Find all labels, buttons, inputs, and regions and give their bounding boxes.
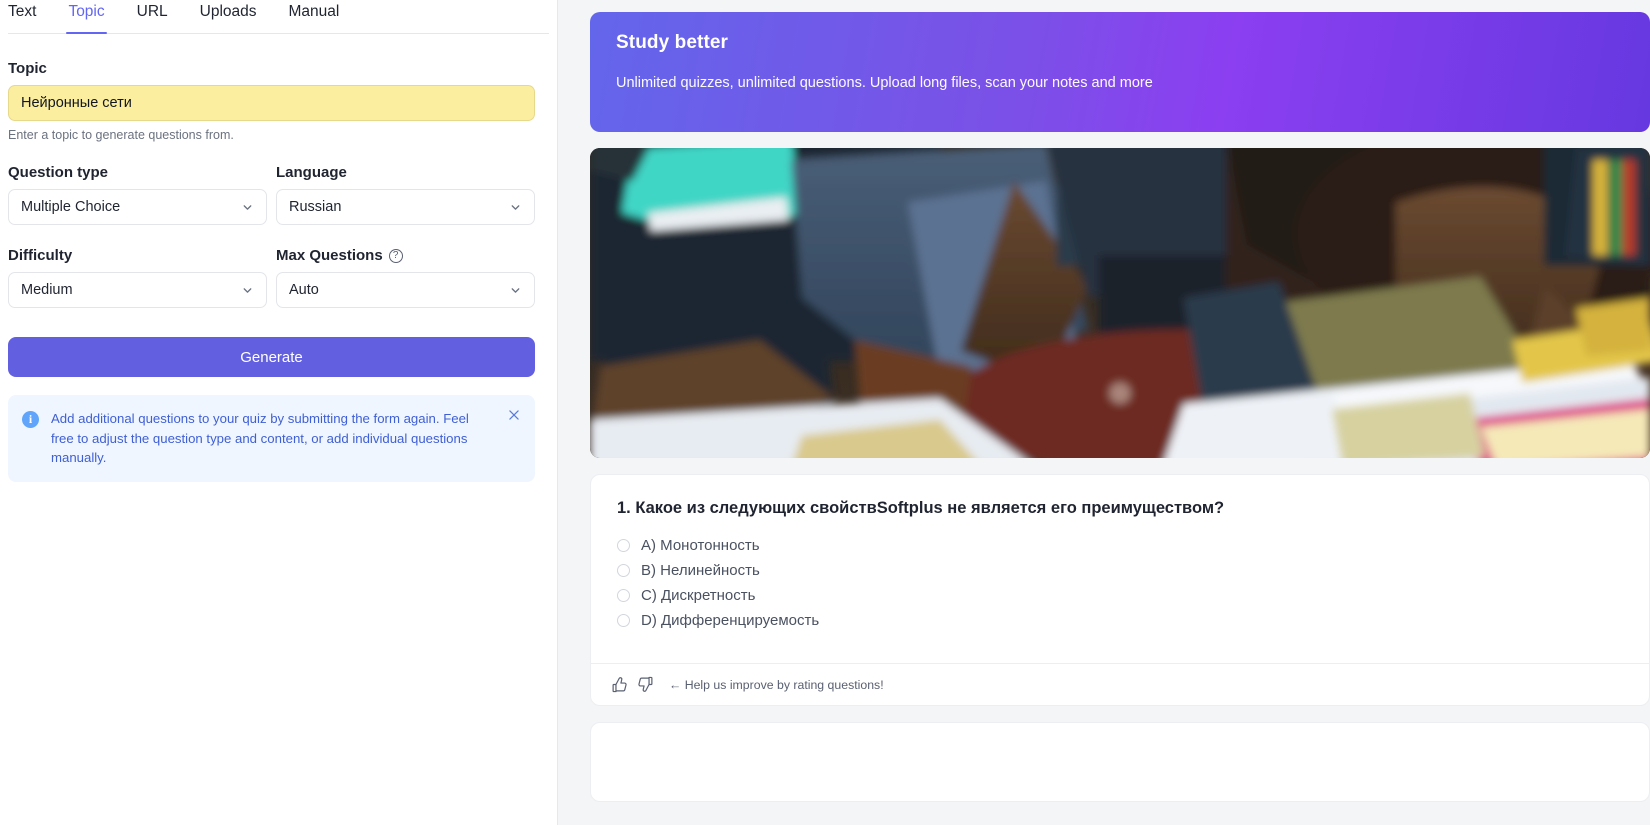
language-field: Language Russian — [276, 164, 535, 225]
help-circle-icon[interactable]: ? — [388, 248, 403, 263]
next-question-card — [590, 722, 1650, 802]
promo-banner-subtitle: Unlimited quizzes, unlimited questions. … — [616, 75, 1153, 91]
difficulty-label-text: Difficulty — [8, 247, 73, 264]
answer-option-a[interactable]: A) Монотонность — [617, 537, 1623, 554]
generate-button[interactable]: Generate — [8, 337, 535, 377]
type-language-row: Question type Multiple Choice Language R… — [8, 164, 549, 225]
answer-option-d[interactable]: D) Дифференцируемость — [617, 612, 1623, 629]
students-reading-photo — [590, 148, 1650, 458]
max-questions-field: Max Questions ? Auto — [276, 247, 535, 308]
language-label: Language — [276, 164, 535, 181]
source-type-tabs: Text Topic URL Uploads Manual — [8, 0, 549, 34]
answer-option-a-label: A) Монотонность — [641, 537, 760, 554]
difficulty-value: Medium — [21, 282, 73, 298]
close-icon[interactable] — [507, 408, 521, 422]
max-questions-label-text: Max Questions — [276, 247, 383, 264]
question-type-label-text: Question type — [8, 164, 109, 181]
question-text: 1. Какое из следующих свойствSoftplus не… — [617, 499, 1225, 517]
radio-icon[interactable] — [617, 589, 630, 602]
info-icon: i — [22, 411, 39, 428]
tab-text-label: Text — [8, 3, 37, 20]
topic-section: Topic Нейронные сети Enter a topic to ge… — [8, 60, 549, 142]
topic-label-text: Topic — [8, 60, 47, 77]
generate-button-label: Generate — [240, 348, 303, 366]
app-root: Text Topic URL Uploads Manual Topic Нейр… — [0, 0, 1650, 825]
question-card: 1. Какое из следующих свойствSoftplus не… — [590, 474, 1650, 706]
topic-help-text: Enter a topic to generate questions from… — [8, 128, 234, 142]
promo-banner[interactable]: Study better Unlimited quizzes, unlimite… — [590, 12, 1650, 132]
answer-option-b-label: B) Нелинейность — [641, 562, 760, 579]
max-questions-select[interactable]: Auto — [276, 272, 535, 308]
question-type-field: Question type Multiple Choice — [8, 164, 267, 225]
chevron-down-icon — [509, 284, 522, 297]
difficulty-maxq-row: Difficulty Medium Max Questions ? Auto — [8, 247, 549, 308]
difficulty-label: Difficulty — [8, 247, 267, 264]
question-body: 1. Какое из следующих свойствSoftplus не… — [591, 475, 1649, 663]
question-type-select[interactable]: Multiple Choice — [8, 189, 267, 225]
difficulty-select[interactable]: Medium — [8, 272, 267, 308]
thumbs-down-icon[interactable] — [637, 676, 654, 693]
thumbs-up-icon[interactable] — [611, 676, 628, 693]
rating-prompt-text: ← Help us improve by rating questions! — [669, 677, 884, 692]
tab-url[interactable]: URL — [121, 0, 184, 33]
info-alert: i Add additional questions to your quiz … — [8, 395, 535, 482]
tab-manual-label: Manual — [288, 3, 340, 20]
radio-icon[interactable] — [617, 539, 630, 552]
tab-uploads[interactable]: Uploads — [184, 0, 273, 33]
promo-banner-title: Study better — [616, 32, 729, 53]
max-questions-label: Max Questions ? — [276, 247, 535, 264]
tab-topic-label: Topic — [68, 3, 105, 20]
language-label-text: Language — [276, 164, 347, 181]
question-type-value: Multiple Choice — [21, 199, 121, 215]
chevron-down-icon — [241, 201, 254, 214]
radio-icon[interactable] — [617, 564, 630, 577]
question-type-label: Question type — [8, 164, 267, 181]
tab-uploads-label: Uploads — [199, 3, 257, 20]
info-alert-text: Add additional questions to your quiz by… — [51, 409, 471, 468]
question-rating-bar: ← Help us improve by rating questions! — [591, 663, 1649, 705]
topic-input-value: Нейронные сети — [21, 95, 132, 111]
info-alert-line1: Add additional questions to your quiz by… — [51, 411, 440, 426]
quiz-preview-panel: Study better Unlimited quizzes, unlimite… — [558, 0, 1650, 825]
topic-input[interactable]: Нейронные сети — [8, 85, 535, 121]
answer-option-c-label: C) Дискретность — [641, 587, 756, 604]
tab-text[interactable]: Text — [8, 0, 52, 33]
language-value: Russian — [289, 199, 342, 215]
radio-icon[interactable] — [617, 614, 630, 627]
chevron-down-icon — [241, 284, 254, 297]
difficulty-field: Difficulty Medium — [8, 247, 267, 308]
tab-url-label: URL — [136, 3, 168, 20]
tab-manual[interactable]: Manual — [273, 0, 356, 33]
topic-label: Topic — [8, 60, 549, 77]
answer-option-b[interactable]: B) Нелинейность — [617, 562, 1623, 579]
answer-option-d-label: D) Дифференцируемость — [641, 612, 820, 629]
language-select[interactable]: Russian — [276, 189, 535, 225]
chevron-down-icon — [509, 201, 522, 214]
max-questions-value: Auto — [289, 282, 319, 298]
answer-option-c[interactable]: C) Дискретность — [617, 587, 1623, 604]
quiz-generator-form-panel: Text Topic URL Uploads Manual Topic Нейр… — [0, 0, 558, 825]
tab-topic[interactable]: Topic — [52, 0, 120, 34]
photo-illustration — [590, 148, 1650, 458]
